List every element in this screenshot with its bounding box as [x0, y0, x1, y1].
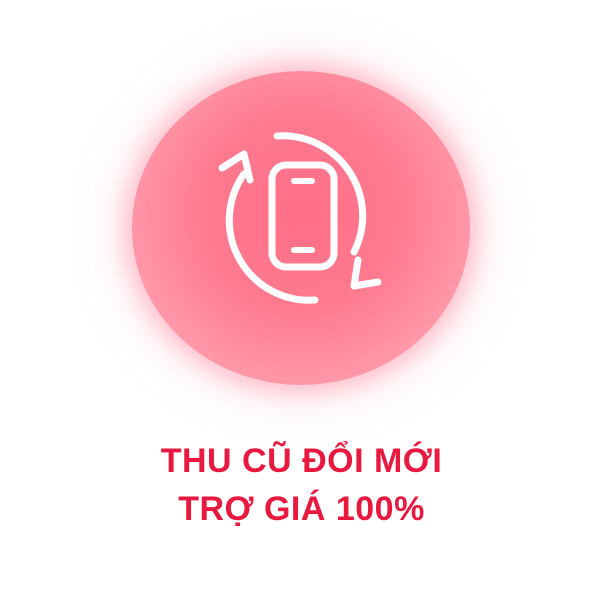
phone-exchange-icon	[200, 122, 390, 312]
promo-title-line-2: TRỢ GIÁ 100%	[178, 490, 425, 528]
promo-title-line-1: THU CŨ ĐỔI MỚI	[160, 442, 443, 480]
